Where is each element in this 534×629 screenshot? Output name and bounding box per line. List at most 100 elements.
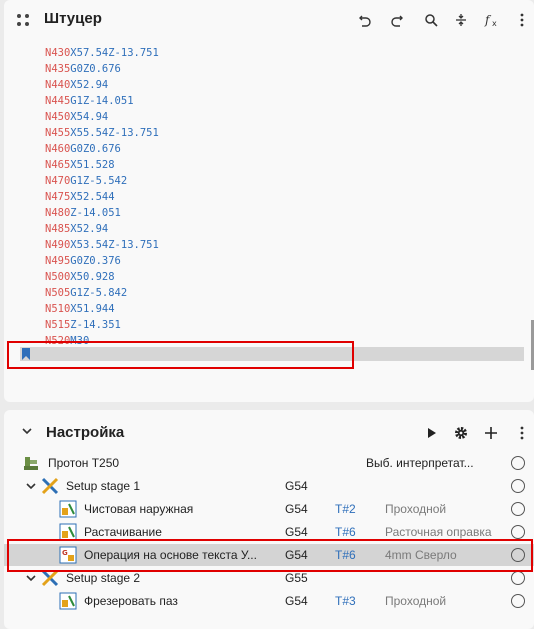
operation-row[interactable]: Фрезеровать паз G54 T#3 Проходной bbox=[4, 590, 534, 612]
radio-button[interactable] bbox=[511, 571, 525, 585]
panel-title: Штуцер bbox=[44, 10, 102, 27]
line-number: N455 bbox=[45, 127, 71, 139]
plus-icon[interactable] bbox=[481, 423, 501, 443]
code-line: N500X50.928 bbox=[45, 269, 159, 285]
line-number: N505 bbox=[45, 287, 71, 299]
code-line: N460G0Z0.676 bbox=[45, 141, 159, 157]
divide-icon[interactable] bbox=[451, 10, 471, 30]
code-line: N490X53.54Z-13.751 bbox=[45, 237, 159, 253]
code-line: N450X54.94 bbox=[45, 109, 159, 125]
code-text: X52.94 bbox=[70, 223, 109, 235]
wcs-value: G54 bbox=[285, 502, 308, 516]
code-line: N485X52.94 bbox=[45, 221, 159, 237]
line-number: N500 bbox=[45, 271, 71, 283]
wcs-value: G55 bbox=[285, 571, 308, 585]
tool-name: Проходной bbox=[385, 594, 447, 608]
code-line: N505G1Z-5.842 bbox=[45, 285, 159, 301]
operation-row[interactable]: Чистовая наружная G54 T#2 Проходной bbox=[4, 498, 534, 520]
line-number: N440 bbox=[45, 79, 71, 91]
redo-icon[interactable] bbox=[387, 10, 407, 30]
tool-name: Проходной bbox=[385, 502, 447, 516]
radio-button[interactable] bbox=[511, 479, 525, 493]
lathe-machine-icon bbox=[24, 457, 38, 470]
interpreter-select[interactable]: Выб. интерпретат... bbox=[366, 456, 474, 470]
drag-grip-icon[interactable] bbox=[16, 13, 30, 27]
code-text: G1Z-5.842 bbox=[70, 287, 128, 299]
setup-stage-row[interactable]: Setup stage 1 G54 bbox=[4, 475, 534, 497]
code-line: N480Z-14.051 bbox=[45, 205, 159, 221]
panel-title: Настройка bbox=[46, 424, 125, 441]
code-text: G0Z0.376 bbox=[70, 255, 121, 267]
setup-panel: Настройка Протон T250 Выб. интерпретат..… bbox=[4, 410, 534, 629]
radio-button[interactable] bbox=[511, 502, 525, 516]
code-line: N470G1Z-5.542 bbox=[45, 173, 159, 189]
code-line: N455X55.54Z-13.751 bbox=[45, 125, 159, 141]
code-text: X52.94 bbox=[70, 79, 109, 91]
machine-row[interactable]: Протон T250 Выб. интерпретат... bbox=[4, 452, 534, 474]
code-text: G1Z-14.051 bbox=[70, 95, 134, 107]
line-number: N515 bbox=[45, 319, 71, 331]
milling-operation-icon bbox=[59, 592, 77, 610]
turning-operation-icon bbox=[59, 500, 77, 518]
setup-stage-label: Setup stage 2 bbox=[66, 571, 141, 585]
search-icon[interactable] bbox=[421, 10, 441, 30]
wcs-value: G54 bbox=[285, 479, 308, 493]
line-number: N460 bbox=[45, 143, 71, 155]
code-line: N465X51.528 bbox=[45, 157, 159, 173]
collapse-chevron-icon[interactable] bbox=[22, 428, 32, 435]
code-text: X53.54Z-13.751 bbox=[70, 239, 159, 251]
code-text: X55.54Z-13.751 bbox=[70, 127, 159, 139]
code-text: G1Z-5.542 bbox=[70, 175, 128, 187]
code-text: G0Z0.676 bbox=[70, 63, 121, 75]
highlight-box bbox=[7, 341, 354, 369]
line-number: N510 bbox=[45, 303, 71, 315]
radio-button[interactable] bbox=[511, 456, 525, 470]
code-text: G0Z0.676 bbox=[70, 143, 121, 155]
line-number: N485 bbox=[45, 223, 71, 235]
code-line: N475X52.544 bbox=[45, 189, 159, 205]
line-number: N445 bbox=[45, 95, 71, 107]
operation-label: Фрезеровать паз bbox=[84, 594, 178, 608]
svg-text:x: x bbox=[492, 19, 497, 27]
play-icon[interactable] bbox=[422, 423, 442, 443]
line-number: N470 bbox=[45, 175, 71, 187]
code-line: N440X52.94 bbox=[45, 77, 159, 93]
nc-code-editor[interactable]: N430X57.54Z-13.751 N435G0Z0.676 N440X52.94… bbox=[45, 45, 159, 349]
more-vert-icon[interactable] bbox=[512, 423, 532, 443]
radio-button[interactable] bbox=[511, 525, 525, 539]
more-vert-icon[interactable] bbox=[512, 10, 532, 30]
nc-code-panel: Штуцер fx N430X57.54Z-13.751 N435G0Z0.676… bbox=[4, 0, 534, 402]
line-number: N450 bbox=[45, 111, 71, 123]
code-text: Z-14.351 bbox=[70, 319, 121, 331]
tool-number: T#3 bbox=[335, 594, 356, 608]
gear-icon[interactable] bbox=[451, 423, 471, 443]
wcs-value: G54 bbox=[285, 594, 308, 608]
chevron-down-icon[interactable] bbox=[26, 573, 36, 583]
operation-label: Растачивание bbox=[84, 525, 162, 539]
line-number: N430 bbox=[45, 47, 71, 59]
line-number: N480 bbox=[45, 207, 71, 219]
line-number: N465 bbox=[45, 159, 71, 171]
setup-panel-header: Настройка bbox=[4, 410, 534, 450]
setup-stage-label: Setup stage 1 bbox=[66, 479, 141, 493]
code-text: X51.944 bbox=[70, 303, 115, 315]
wcs-value: G54 bbox=[285, 525, 308, 539]
code-text: Z-14.051 bbox=[70, 207, 121, 219]
svg-text:f: f bbox=[484, 13, 492, 27]
code-text: X57.54Z-13.751 bbox=[70, 47, 159, 59]
tool-name: Расточная оправка bbox=[385, 525, 492, 539]
line-number: N490 bbox=[45, 239, 71, 251]
radio-button[interactable] bbox=[511, 594, 525, 608]
code-text: X54.94 bbox=[70, 111, 109, 123]
line-number: N495 bbox=[45, 255, 71, 267]
code-line: N435G0Z0.676 bbox=[45, 61, 159, 77]
tool-number: T#2 bbox=[335, 502, 356, 516]
setup-tools-icon bbox=[41, 477, 59, 495]
undo-icon[interactable] bbox=[355, 10, 375, 30]
code-line: N445G1Z-14.051 bbox=[45, 93, 159, 109]
chevron-down-icon[interactable] bbox=[26, 481, 36, 491]
function-icon[interactable]: fx bbox=[482, 10, 502, 30]
code-line: N430X57.54Z-13.751 bbox=[45, 45, 159, 61]
operation-label: Чистовая наружная bbox=[84, 502, 194, 516]
line-number: N475 bbox=[45, 191, 71, 203]
